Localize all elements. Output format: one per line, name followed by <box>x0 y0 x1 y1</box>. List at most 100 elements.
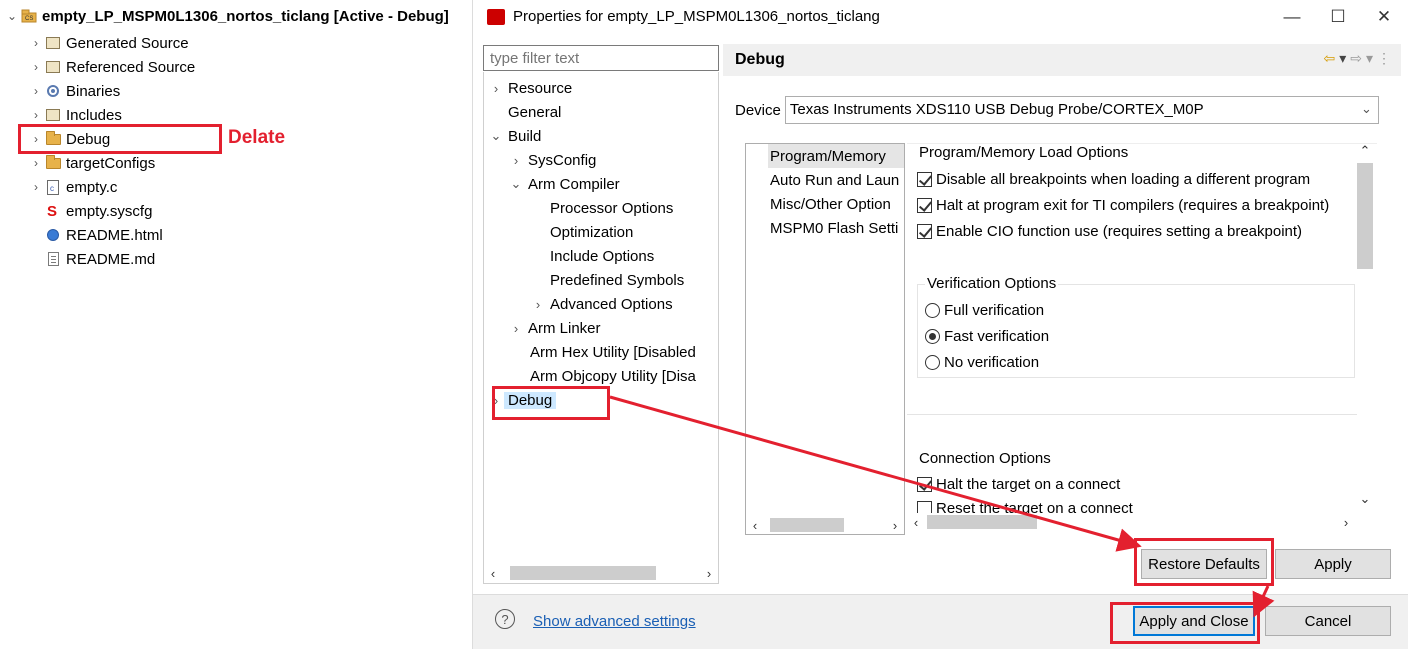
category-misc-other[interactable]: Misc/Other Option <box>770 192 891 216</box>
radio-button[interactable] <box>925 328 940 344</box>
chevron-right-icon[interactable]: › <box>530 297 546 312</box>
chevron-right-icon[interactable]: › <box>488 393 504 408</box>
divider <box>907 414 1357 415</box>
tree-item-readme-html[interactable]: README.html <box>44 224 163 246</box>
option-halt-on-connect[interactable]: Halt the target on a connect <box>917 472 1120 496</box>
tree-item-generated-source[interactable]: › Generated Source <box>28 32 189 54</box>
tree-item-optimization[interactable]: Optimization <box>550 220 633 244</box>
tree-horizontal-scrollbar[interactable]: ‹ › <box>484 564 718 582</box>
chevron-down-icon[interactable]: ⌄ <box>508 176 524 192</box>
tree-item-build[interactable]: ⌄ Build <box>488 124 542 148</box>
checkbox[interactable] <box>917 171 932 187</box>
radio-button[interactable] <box>925 354 940 370</box>
chevron-right-icon[interactable]: › <box>28 155 44 171</box>
project-title: empty_LP_MSPM0L1306_nortos_ticlang [Acti… <box>42 7 449 25</box>
back-menu-chevron-icon[interactable]: ▾ <box>1339 50 1346 67</box>
project-root-row[interactable]: ⌄ CS empty_LP_MSPM0L1306_nortos_ticlang … <box>4 5 449 27</box>
tree-item-arm-linker[interactable]: › Arm Linker <box>508 316 601 340</box>
option-full-verification[interactable]: Full verification <box>925 298 1044 322</box>
maximize-button[interactable]: ☐ <box>1315 2 1361 32</box>
tree-item-includes[interactable]: › Includes <box>28 104 122 126</box>
category-horizontal-scrollbar[interactable]: ‹ › <box>746 516 904 534</box>
checkbox[interactable] <box>917 197 932 213</box>
chevron-right-icon[interactable]: › <box>28 131 44 147</box>
close-button[interactable]: ✕ <box>1361 2 1407 32</box>
chevron-right-icon[interactable]: › <box>508 153 524 168</box>
option-fast-verification[interactable]: Fast verification <box>925 324 1049 348</box>
view-menu-icon[interactable]: ⋮ <box>1377 50 1391 67</box>
tree-item-resource[interactable]: › Resource <box>488 76 572 100</box>
help-icon[interactable]: ? <box>495 609 515 629</box>
chevron-down-icon[interactable]: ⌄ <box>1355 491 1375 507</box>
chevron-right-icon[interactable]: › <box>28 107 44 123</box>
connection-options-title: Connection Options <box>917 450 1053 467</box>
options-horizontal-scrollbar[interactable]: ‹ › <box>907 513 1355 531</box>
tree-item-label: Generated Source <box>66 34 189 52</box>
options-panel: Program/Memory Load Options Disable all … <box>907 143 1377 513</box>
back-arrow-icon[interactable]: ⇦ <box>1323 50 1335 67</box>
tree-item-empty-c[interactable]: › c empty.c <box>28 176 117 198</box>
tree-item-targetconfigs[interactable]: › targetConfigs <box>28 152 155 174</box>
chevron-right-icon[interactable]: › <box>700 566 718 581</box>
forward-arrow-icon[interactable]: ⇨ <box>1350 50 1362 67</box>
option-no-verification[interactable]: No verification <box>925 350 1039 374</box>
scroll-thumb[interactable] <box>927 515 1037 529</box>
scroll-thumb[interactable] <box>510 566 656 580</box>
tree-item-readme-md[interactable]: README.md <box>44 248 155 270</box>
tree-item-empty-syscfg[interactable]: S empty.syscfg <box>44 200 152 222</box>
chevron-right-icon[interactable]: › <box>508 321 524 336</box>
tree-item-arm-compiler[interactable]: ⌄ Arm Compiler <box>508 172 620 196</box>
chevron-left-icon[interactable]: ‹ <box>484 566 502 581</box>
scroll-thumb[interactable] <box>1357 163 1373 269</box>
chevron-down-icon[interactable]: ⌄ <box>4 8 20 24</box>
title-bar[interactable]: Properties for empty_LP_MSPM0L1306_norto… <box>473 0 1408 34</box>
option-disable-breakpoints[interactable]: Disable all breakpoints when loading a d… <box>917 167 1310 191</box>
tree-item-binaries[interactable]: › Binaries <box>28 80 120 102</box>
apply-button[interactable]: Apply <box>1275 549 1391 579</box>
tree-item-debug-folder[interactable]: › Debug <box>28 128 110 150</box>
category-mspm0-flash[interactable]: MSPM0 Flash Setti <box>770 216 898 240</box>
chevron-right-icon[interactable]: › <box>886 518 904 533</box>
filter-input[interactable] <box>483 45 719 71</box>
tree-item-referenced-source[interactable]: › Referenced Source <box>28 56 195 78</box>
tree-item-general[interactable]: General <box>508 100 561 124</box>
apply-and-close-button[interactable]: Apply and Close <box>1133 606 1255 636</box>
cancel-button[interactable]: Cancel <box>1265 606 1391 636</box>
chevron-right-icon[interactable]: › <box>1337 515 1355 530</box>
chevron-right-icon[interactable]: › <box>28 35 44 51</box>
tree-item-arm-objcopy-utility[interactable]: Arm Objcopy Utility [Disa <box>530 364 696 388</box>
tree-item-debug[interactable]: › Debug <box>488 388 557 412</box>
tree-item-advanced-options[interactable]: › Advanced Options <box>530 292 673 316</box>
chevron-left-icon[interactable]: ‹ <box>746 518 764 533</box>
chevron-left-icon[interactable]: ‹ <box>907 515 925 530</box>
category-auto-run[interactable]: Auto Run and Laun <box>770 168 899 192</box>
chevron-right-icon[interactable]: › <box>28 179 44 195</box>
tree-item-predefined-symbols[interactable]: Predefined Symbols <box>550 268 684 292</box>
option-reset-on-connect[interactable]: Reset the target on a connect <box>917 496 1133 513</box>
radio-button[interactable] <box>925 302 940 318</box>
chevron-right-icon[interactable]: › <box>488 81 504 96</box>
scroll-thumb[interactable] <box>770 518 844 532</box>
tree-item-arm-hex-utility[interactable]: Arm Hex Utility [Disabled <box>530 340 696 364</box>
restore-defaults-button[interactable]: Restore Defaults <box>1141 549 1267 579</box>
option-halt-at-exit[interactable]: Halt at program exit for TI compilers (r… <box>917 193 1329 217</box>
chevron-up-icon[interactable]: ⌃ <box>1355 143 1375 159</box>
chevron-right-icon[interactable]: › <box>28 59 44 75</box>
option-enable-cio[interactable]: Enable CIO function use (requires settin… <box>917 219 1302 243</box>
tree-item-sysconfig[interactable]: › SysConfig <box>508 148 597 172</box>
tree-item-processor-options[interactable]: Processor Options <box>550 196 673 220</box>
device-select[interactable]: Texas Instruments XDS110 USB Debug Probe… <box>784 96 1379 124</box>
tree-item-include-options[interactable]: Include Options <box>550 244 654 268</box>
category-program-memory[interactable]: Program/Memory <box>768 144 904 168</box>
show-advanced-settings-link[interactable]: Show advanced settings <box>533 613 696 630</box>
minimize-button[interactable]: — <box>1269 2 1315 32</box>
tree-item-label: Referenced Source <box>66 58 196 76</box>
checkbox[interactable] <box>917 223 932 239</box>
chevron-right-icon[interactable]: › <box>28 83 44 99</box>
checkbox[interactable] <box>917 500 932 513</box>
options-vertical-scrollbar[interactable]: ⌃ ⌄ <box>1355 143 1375 513</box>
folder-icon <box>44 154 62 171</box>
checkbox[interactable] <box>917 476 932 492</box>
forward-menu-chevron-icon[interactable]: ▾ <box>1366 50 1373 67</box>
chevron-down-icon[interactable]: ⌄ <box>488 128 504 144</box>
